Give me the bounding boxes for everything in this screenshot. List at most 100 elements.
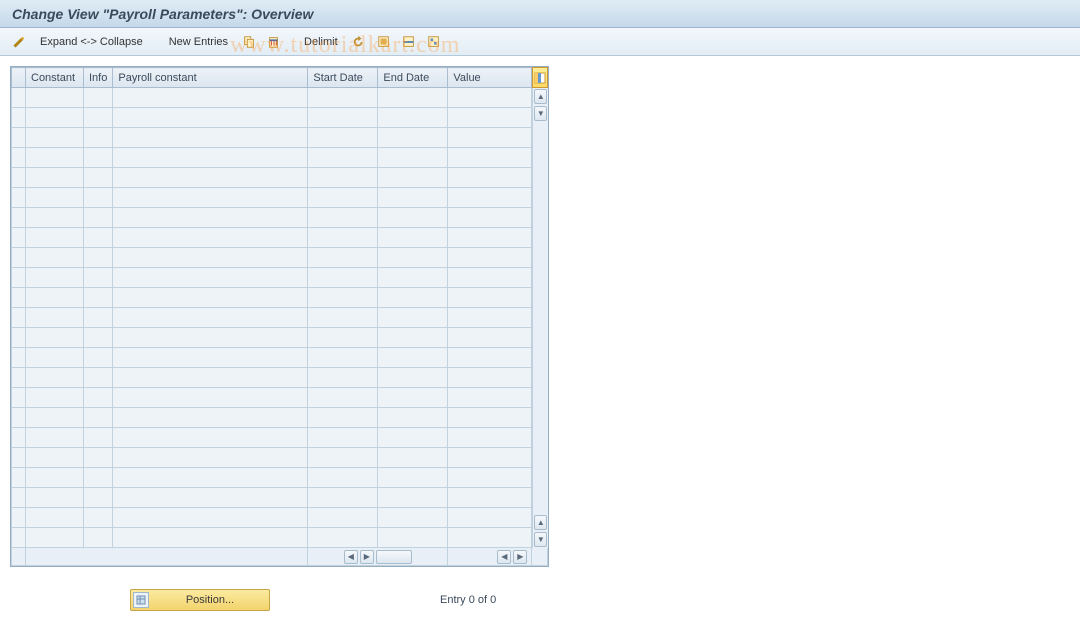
cell-value[interactable] [448,368,532,388]
hscroll-right2-button[interactable]: ▶ [513,550,527,564]
cell-startdate[interactable] [308,228,378,248]
cell-payroll[interactable] [113,388,308,408]
cell-info[interactable] [84,468,113,488]
cell-startdate[interactable] [308,348,378,368]
row-selector[interactable] [12,108,26,128]
cell-value[interactable] [448,188,532,208]
cell-constant[interactable] [26,248,84,268]
cell-startdate[interactable] [308,468,378,488]
cell-constant[interactable] [26,468,84,488]
delimit-button[interactable]: Delimit [297,33,345,51]
cell-constant[interactable] [26,328,84,348]
cell-payroll[interactable] [113,308,308,328]
cell-enddate[interactable] [378,288,448,308]
cell-payroll[interactable] [113,168,308,188]
cell-value[interactable] [448,88,532,108]
cell-info[interactable] [84,128,113,148]
cell-info[interactable] [84,268,113,288]
cell-constant[interactable] [26,388,84,408]
cell-payroll[interactable] [113,88,308,108]
row-selector[interactable] [12,248,26,268]
cell-constant[interactable] [26,288,84,308]
copy-button[interactable] [239,32,259,52]
hscroll-right-button[interactable]: ▶ [360,550,374,564]
col-header-enddate[interactable]: End Date [378,68,448,88]
cell-info[interactable] [84,248,113,268]
cell-payroll[interactable] [113,528,308,548]
row-selector[interactable] [12,448,26,468]
cell-info[interactable] [84,408,113,428]
col-header-startdate[interactable]: Start Date [308,68,378,88]
col-header-info[interactable]: Info [84,68,113,88]
cell-enddate[interactable] [378,508,448,528]
cell-enddate[interactable] [378,308,448,328]
cell-value[interactable] [448,448,532,468]
cell-value[interactable] [448,388,532,408]
cell-startdate[interactable] [308,448,378,468]
cell-startdate[interactable] [308,188,378,208]
cell-payroll[interactable] [113,188,308,208]
row-selector[interactable] [12,148,26,168]
cell-constant[interactable] [26,268,84,288]
vscroll-down2-button[interactable]: ▼ [534,532,547,547]
cell-enddate[interactable] [378,348,448,368]
new-entries-button[interactable]: New Entries [162,33,235,51]
undo-button[interactable] [349,32,369,52]
row-selector[interactable] [12,528,26,548]
cell-value[interactable] [448,148,532,168]
row-selector[interactable] [12,228,26,248]
vscroll-up-button[interactable]: ▲ [534,89,547,104]
cell-value[interactable] [448,108,532,128]
cell-payroll[interactable] [113,108,308,128]
row-selector[interactable] [12,348,26,368]
cell-info[interactable] [84,448,113,468]
cell-enddate[interactable] [378,108,448,128]
cell-info[interactable] [84,328,113,348]
cell-info[interactable] [84,108,113,128]
configure-columns-button[interactable] [532,67,548,88]
cell-startdate[interactable] [308,308,378,328]
cell-startdate[interactable] [308,428,378,448]
cell-value[interactable] [448,508,532,528]
cell-payroll[interactable] [113,268,308,288]
cell-info[interactable] [84,528,113,548]
hscroll-track[interactable] [376,550,412,564]
cell-value[interactable] [448,208,532,228]
cell-startdate[interactable] [308,388,378,408]
cell-enddate[interactable] [378,448,448,468]
config-button[interactable] [424,32,444,52]
row-selector[interactable] [12,208,26,228]
cell-payroll[interactable] [113,368,308,388]
cell-enddate[interactable] [378,328,448,348]
cell-startdate[interactable] [308,528,378,548]
cell-info[interactable] [84,288,113,308]
cell-value[interactable] [448,228,532,248]
cell-startdate[interactable] [308,508,378,528]
cell-constant[interactable] [26,208,84,228]
row-selector[interactable] [12,388,26,408]
cell-info[interactable] [84,348,113,368]
cell-enddate[interactable] [378,468,448,488]
cell-payroll[interactable] [113,208,308,228]
expand-collapse-button[interactable]: Expand <-> Collapse [33,33,150,51]
col-header-value[interactable]: Value [448,68,532,88]
row-selector[interactable] [12,488,26,508]
cell-payroll[interactable] [113,148,308,168]
cell-enddate[interactable] [378,208,448,228]
cell-info[interactable] [84,168,113,188]
cell-payroll[interactable] [113,328,308,348]
row-selector[interactable] [12,88,26,108]
cell-value[interactable] [448,328,532,348]
cell-value[interactable] [448,488,532,508]
cell-startdate[interactable] [308,148,378,168]
cell-payroll[interactable] [113,448,308,468]
cell-value[interactable] [448,308,532,328]
cell-startdate[interactable] [308,108,378,128]
row-selector[interactable] [12,128,26,148]
cell-info[interactable] [84,148,113,168]
row-selector[interactable] [12,268,26,288]
cell-constant[interactable] [26,128,84,148]
cell-enddate[interactable] [378,408,448,428]
cell-payroll[interactable] [113,508,308,528]
position-button[interactable]: Position... [130,589,270,611]
